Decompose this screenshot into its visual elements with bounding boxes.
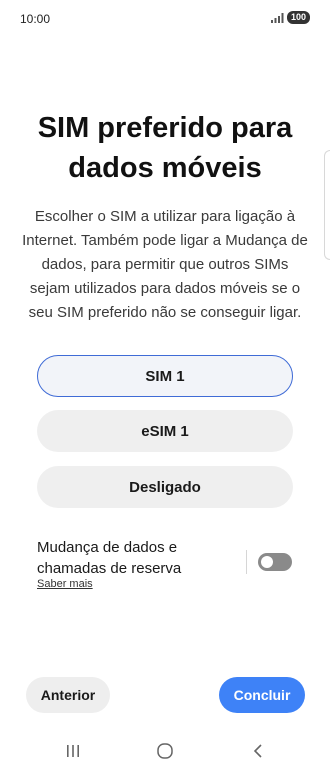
home-icon[interactable] [153, 740, 177, 762]
recent-apps-glyph [67, 745, 79, 757]
option-label: Desligado [129, 478, 201, 496]
toggle-knob [261, 556, 273, 568]
page-title: SIM preferido para dados móveis [37, 112, 293, 184]
backup-switch-label[interactable]: Mudança de dados e chamadas de reserva [37, 537, 227, 579]
back-icon[interactable] [246, 740, 270, 762]
status-time: 10:00 [20, 12, 51, 26]
back-glyph [253, 744, 262, 758]
home-glyph [157, 743, 173, 759]
option-label: SIM 1 [145, 367, 185, 385]
page-description: Escolher o SIM a utilizar para ligação à… [22, 208, 308, 321]
option-esim-1[interactable]: eSIM 1 [37, 410, 293, 452]
status-bar: 10:00 100 [0, 0, 330, 36]
option-sim-1[interactable]: SIM 1 [37, 355, 293, 397]
learn-more-link[interactable]: Saber mais [37, 578, 93, 590]
signal-icon [270, 12, 284, 23]
recent-apps-icon[interactable] [61, 740, 85, 762]
status-icons: 100 [270, 11, 310, 24]
previous-button[interactable]: Anterior [26, 677, 110, 713]
option-label: eSIM 1 [141, 422, 189, 440]
battery-badge: 100 [286, 11, 310, 24]
option-off[interactable]: Desligado [37, 466, 293, 508]
navigation-bar [0, 730, 330, 772]
divider [246, 550, 247, 574]
backup-toggle[interactable] [258, 553, 292, 571]
done-button[interactable]: Concluir [219, 677, 305, 713]
